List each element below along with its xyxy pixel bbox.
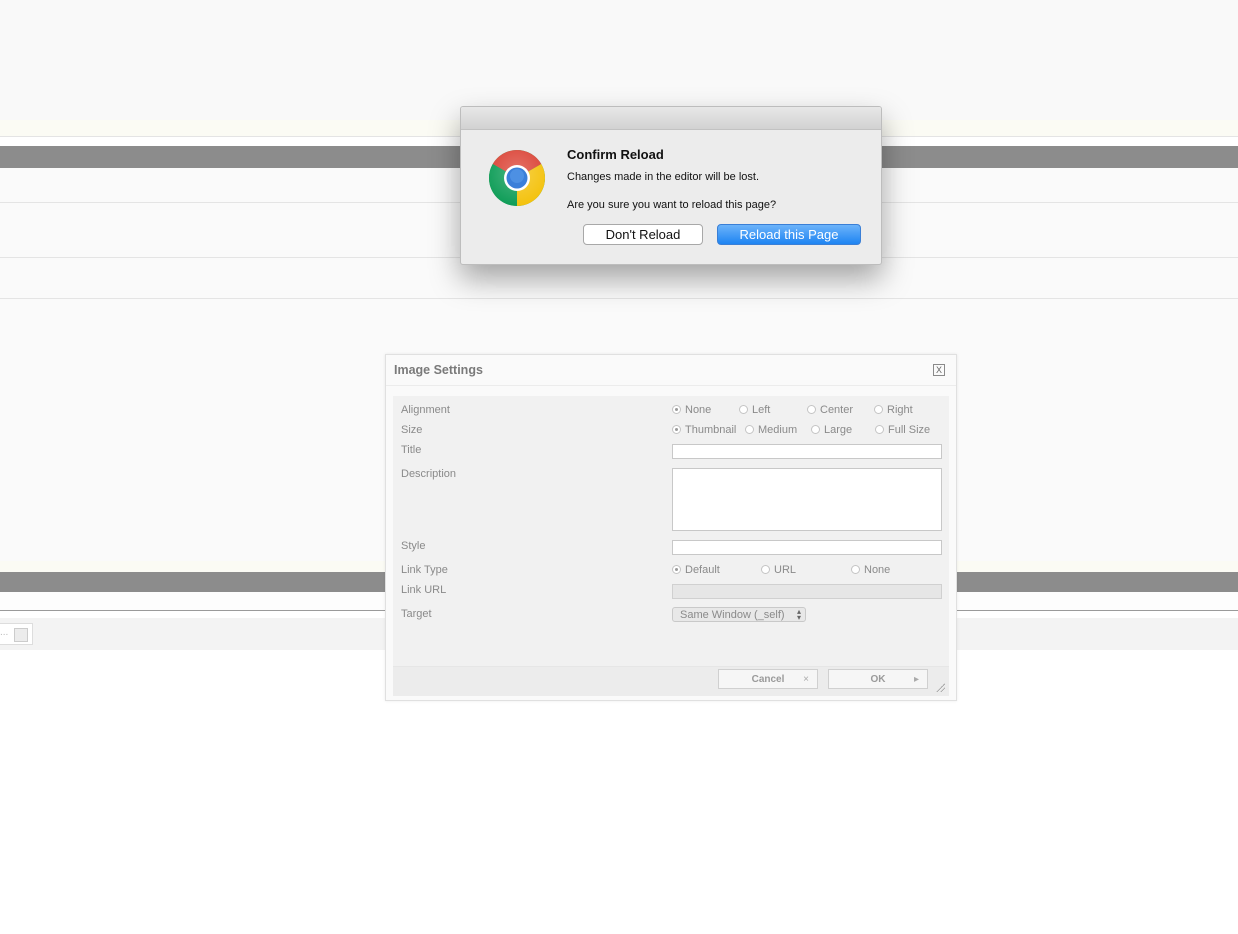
link-type-label: Link Type — [401, 564, 448, 576]
select-arrows-icon: ▴ ▾ — [796, 607, 801, 622]
resize-grip-icon[interactable] — [935, 682, 945, 692]
radio-label: Center — [820, 404, 854, 416]
reload-page-button[interactable]: Reload this Page — [717, 224, 861, 245]
link-type-url-radio[interactable]: URL — [761, 564, 796, 576]
radio-label: Default — [685, 564, 720, 576]
radio-selected-icon — [672, 405, 681, 414]
description-label: Description — [401, 468, 457, 480]
toolbar-dropdown[interactable]: ... — [0, 623, 33, 645]
cancel-button-label: Cancel — [751, 674, 785, 685]
title-label: Title — [401, 444, 422, 456]
radio-icon — [739, 405, 748, 414]
size-thumbnail-radio[interactable]: Thumbnail — [672, 424, 736, 436]
dialog-message: Changes made in the editor will be lost. — [567, 171, 759, 183]
link-url-input[interactable] — [672, 584, 942, 599]
size-large-radio[interactable]: Large — [811, 424, 852, 436]
radio-label: Large — [824, 424, 853, 436]
divider — [0, 298, 1238, 299]
style-input[interactable] — [672, 540, 942, 555]
dialog-title: Image Settings — [394, 363, 483, 377]
editor-header-area — [0, 0, 1238, 120]
dont-reload-button[interactable]: Don't Reload — [583, 224, 703, 245]
radio-icon — [745, 425, 754, 434]
radio-selected-icon — [672, 565, 681, 574]
alignment-left-radio[interactable]: Left — [739, 404, 770, 416]
radio-icon — [811, 425, 820, 434]
dialog-title: Confirm Reload — [567, 147, 664, 162]
radio-label: Left — [752, 404, 771, 416]
radio-icon — [851, 565, 860, 574]
alignment-center-radio[interactable]: Center — [807, 404, 853, 416]
radio-label: Thumbnail — [685, 424, 737, 436]
ok-button[interactable]: OK ▸ — [828, 669, 928, 689]
radio-icon — [761, 565, 770, 574]
close-button[interactable]: X — [933, 364, 945, 376]
dialog-question: Are you sure you want to reload this pag… — [567, 199, 777, 211]
settings-panel: Alignment None Left Center Right Size Th… — [393, 396, 949, 666]
size-fullsize-radio[interactable]: Full Size — [875, 424, 930, 436]
radio-selected-icon — [672, 425, 681, 434]
description-textarea[interactable] — [672, 468, 942, 531]
dialog-titlebar — [461, 107, 881, 130]
radio-icon — [874, 405, 883, 414]
radio-label: URL — [774, 564, 797, 576]
target-select-value: Same Window (_self) — [680, 609, 785, 621]
alignment-label: Alignment — [401, 404, 450, 416]
style-label: Style — [401, 540, 426, 552]
chevron-down-icon — [14, 628, 28, 642]
title-input[interactable] — [672, 444, 942, 459]
radio-label: Full Size — [888, 424, 931, 436]
confirm-reload-dialog: Confirm Reload Changes made in the edito… — [460, 106, 882, 265]
link-url-label: Link URL — [401, 584, 447, 596]
dialog-footer: Cancel × OK ▸ — [393, 666, 949, 696]
radio-icon — [875, 425, 884, 434]
radio-label: Medium — [758, 424, 798, 436]
radio-label: None — [864, 564, 891, 576]
target-label: Target — [401, 608, 432, 620]
link-type-default-radio[interactable]: Default — [672, 564, 720, 576]
link-type-none-radio[interactable]: None — [851, 564, 890, 576]
close-icon: × — [803, 674, 809, 685]
alignment-right-radio[interactable]: Right — [874, 404, 913, 416]
cancel-button[interactable]: Cancel × — [718, 669, 818, 689]
image-settings-dialog: Image Settings X Alignment None Left Cen… — [385, 354, 957, 701]
ok-button-label: OK — [870, 674, 886, 685]
size-label: Size — [401, 424, 423, 436]
chevron-right-icon: ▸ — [913, 674, 919, 685]
radio-icon — [807, 405, 816, 414]
size-medium-radio[interactable]: Medium — [745, 424, 797, 436]
toolbar-dropdown-label: ... — [0, 627, 9, 638]
divider — [386, 385, 956, 386]
target-select[interactable]: Same Window (_self) ▴ ▾ — [672, 607, 806, 622]
radio-label: Right — [887, 404, 913, 416]
chrome-logo-icon — [488, 149, 546, 206]
radio-label: None — [685, 404, 712, 416]
alignment-none-radio[interactable]: None — [672, 404, 711, 416]
